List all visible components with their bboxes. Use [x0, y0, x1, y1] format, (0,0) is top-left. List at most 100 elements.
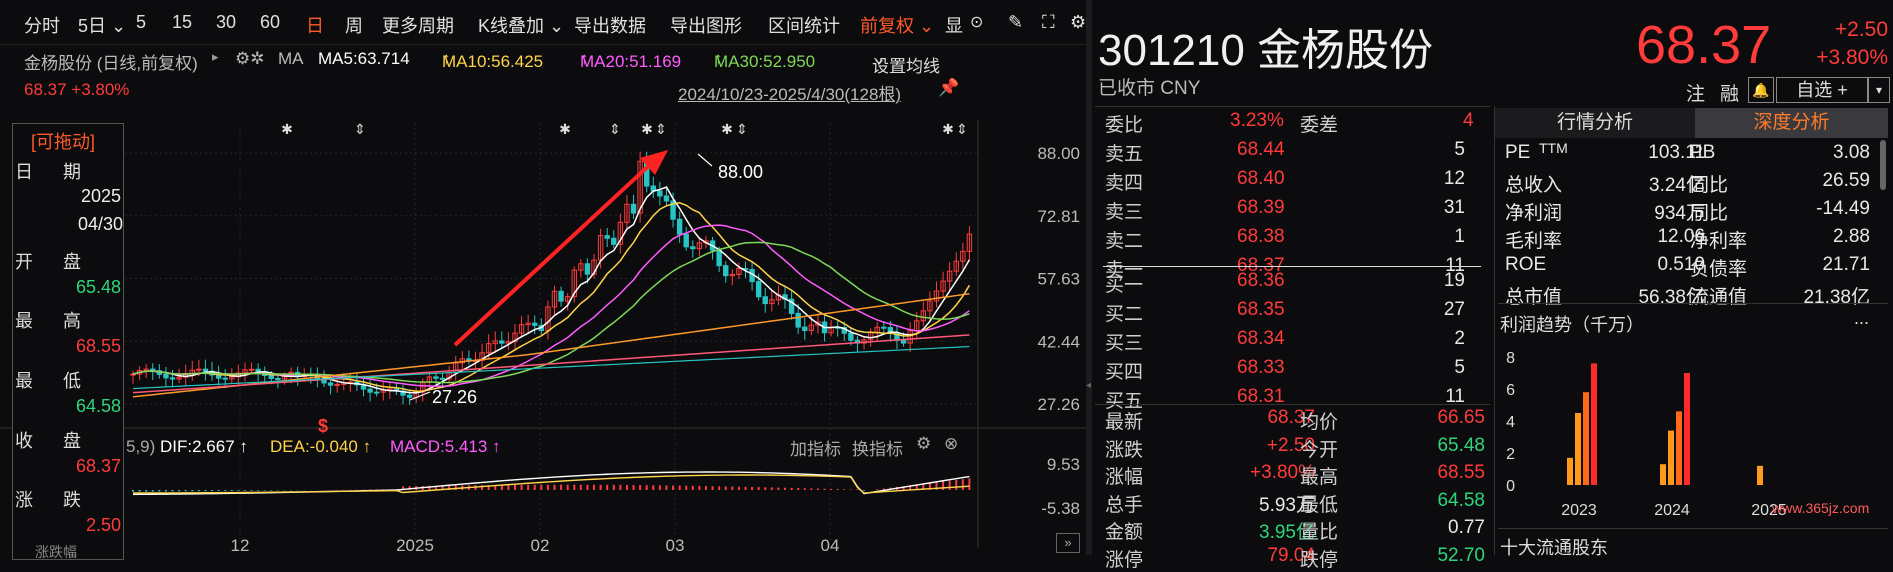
profit-y-tick: 8	[1506, 350, 1515, 367]
close-icon[interactable]: ⊗	[944, 434, 958, 454]
event-marker: ⇕	[655, 121, 667, 137]
ma10-value: MA10:56.425 ↑	[442, 49, 544, 71]
chevron-down-icon[interactable]: ⊙	[970, 12, 983, 32]
period-toolbar: 分时 5日 ⌄ 5 15 30 60 日 周 更多周期 K线叠加 ⌄ 导出数据 …	[0, 0, 1090, 45]
splitter-handle-icon[interactable]: ◂	[1086, 380, 1092, 400]
bid-row[interactable]: 买二 68.35 27	[1105, 297, 1485, 326]
display-button[interactable]: 显	[945, 12, 963, 38]
high-price-label: 88.00	[718, 162, 763, 182]
switch-indicator-button[interactable]: 换指标	[852, 435, 903, 460]
candle-body	[196, 368, 202, 371]
date-range-label[interactable]: 2024/10/23-2025/4/30(128根)	[678, 80, 901, 105]
popup-close-label: 收	[15, 431, 33, 451]
more-button[interactable]: ...	[1854, 308, 1869, 329]
metric-row: ROE 0.510 负债率 21.71	[1505, 252, 1885, 280]
popup-drag-handle[interactable]: [可拖动]	[31, 128, 95, 154]
event-marker: ⇕	[736, 121, 748, 137]
ma-label: MA	[278, 49, 304, 68]
tab-week[interactable]: 周	[345, 12, 363, 38]
metric-value: 26.59	[1822, 170, 1870, 191]
metric-label: 净利润	[1505, 203, 1563, 224]
pin-icon[interactable]: 📌	[938, 78, 959, 98]
kline-overlay-button[interactable]: K线叠加 ⌄	[478, 12, 564, 38]
profit-x-label: 2024	[1654, 502, 1690, 519]
gear-icon[interactable]: ⚙✲	[235, 49, 264, 69]
macd-y-label: -5.38	[1041, 499, 1080, 518]
candle-body	[762, 296, 768, 305]
y-tick-label: 27.26	[1037, 395, 1080, 414]
fullscreen-icon[interactable]: ⛶	[1042, 12, 1055, 33]
bid-row[interactable]: 买四 68.33 5	[1105, 355, 1485, 384]
metric-sublabel: TTM	[1539, 140, 1568, 156]
ask-row[interactable]: 卖二 68.38 1	[1105, 224, 1485, 253]
arrow-right-icon[interactable]: ▸	[212, 49, 219, 65]
panel-splitter[interactable]	[1086, 0, 1092, 555]
margin-button[interactable]: 融	[1720, 79, 1739, 106]
tab-5min[interactable]: 5	[136, 12, 146, 33]
popup-low-label2: 低	[63, 371, 81, 391]
dea-value: DEA:-0.040 ↑	[270, 437, 372, 456]
profit-bar	[1676, 411, 1682, 485]
tab-day[interactable]: 日	[306, 12, 324, 38]
note-button[interactable]: 注	[1686, 79, 1705, 106]
tab-market-analysis[interactable]: 行情分析	[1495, 108, 1695, 138]
ask-row[interactable]: 卖四 68.40 12	[1105, 166, 1485, 195]
watchlist-dropdown-icon[interactable]: ▾	[1868, 77, 1890, 103]
metric-label: 总收入	[1505, 175, 1563, 196]
kline-panel[interactable]: 88.00 72.81 57.63 42.44 27.26 9.53 -5.38 12 2025…	[0, 0, 1090, 560]
metric-value: 3.08	[1833, 142, 1870, 163]
kline-chart[interactable]: 88.00 72.81 57.63 42.44 27.26 9.53 -5.38 12 2025…	[0, 0, 1090, 555]
ask-row[interactable]: 卖五 68.44 5	[1105, 137, 1485, 166]
stat-label: 金额	[1105, 522, 1144, 543]
stat-label: 最高	[1300, 467, 1339, 488]
export-data-button[interactable]: 导出数据	[574, 12, 646, 38]
gear-icon[interactable]: ⚙	[916, 434, 931, 454]
candle-body	[367, 388, 373, 393]
dif-value: DIF:2.667 ↑	[160, 437, 248, 456]
popup-high: 68.55	[75, 336, 121, 356]
candle-body	[690, 246, 696, 250]
event-marker: ⇕	[956, 121, 968, 137]
settings-icon[interactable]: ⚙	[1070, 12, 1086, 33]
profit-bar	[1668, 430, 1674, 485]
range-stats-button[interactable]: 区间统计	[768, 12, 840, 38]
stat-value: 0.77	[1448, 517, 1485, 538]
adjust-mode-button[interactable]: 前复权 ⌄	[860, 12, 934, 38]
bell-icon[interactable]: 🔔	[1748, 77, 1774, 103]
popup-year: 2025	[80, 186, 121, 206]
metric-value: 103.11	[1648, 142, 1705, 163]
popup-high-label2: 高	[63, 311, 81, 331]
set-ma-button[interactable]: 设置均线 ⌄	[872, 49, 940, 76]
more-periods-button[interactable]: 更多周期	[382, 12, 454, 38]
bid-label: 买二	[1105, 304, 1144, 325]
brush-icon[interactable]: ✎	[1008, 12, 1023, 33]
candle-body	[406, 394, 413, 398]
add-watchlist-button[interactable]: 自选 +	[1776, 77, 1868, 103]
bid-label: 买三	[1105, 333, 1144, 354]
candle-body	[881, 326, 887, 329]
tab-60min[interactable]: 60	[260, 12, 280, 33]
scrollbar-thumb[interactable]	[1880, 140, 1886, 190]
price-change-label: 68.37 +3.80%	[24, 80, 130, 99]
tab-15min[interactable]: 15	[172, 12, 192, 33]
tab-5day[interactable]: 5日 ⌄	[78, 12, 126, 38]
kline-detail-popup[interactable]: [可拖动] 日 期 2025 04/30 开 盘 65.48 最 高 68.55…	[12, 123, 124, 560]
x-tick-label: 2025	[396, 536, 434, 555]
candle-body	[558, 290, 564, 302]
scroll-end-button[interactable]: »	[1056, 533, 1080, 553]
metric-value: 3.24亿	[1649, 175, 1705, 196]
add-indicator-button[interactable]: 加指标	[790, 435, 841, 460]
candle-body	[532, 322, 538, 326]
ask-row[interactable]: 卖三 68.39 31	[1105, 195, 1485, 224]
export-image-button[interactable]: 导出图形	[670, 12, 742, 38]
tab-deep-analysis[interactable]: 深度分析	[1695, 108, 1888, 138]
event-marker: ⇕	[354, 121, 366, 137]
bid-row[interactable]: 买一 68.36 19	[1105, 268, 1485, 297]
metric-value: 56.38亿	[1638, 287, 1705, 308]
bid-row[interactable]: 买三 68.34 2	[1105, 326, 1485, 355]
tab-intraday[interactable]: 分时	[24, 12, 60, 38]
candle-body	[248, 368, 255, 371]
ask-volume: 1	[1454, 226, 1465, 247]
tab-30min[interactable]: 30	[216, 12, 236, 33]
y-tick-label: 42.44	[1037, 332, 1080, 351]
